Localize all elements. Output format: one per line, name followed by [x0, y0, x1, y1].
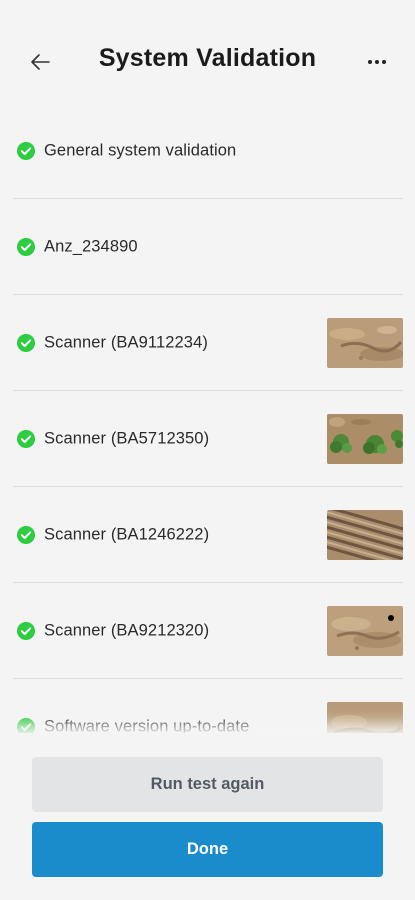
check-circle-icon — [17, 717, 35, 733]
more-dot — [375, 60, 379, 64]
list-item[interactable]: Anz_234890 — [13, 199, 403, 295]
check-circle-icon — [17, 333, 35, 352]
item-label: Scanner (BA9212320) — [44, 621, 210, 639]
check-circle-icon — [17, 237, 35, 256]
item-label: Scanner (BA5712350) — [44, 429, 210, 447]
scan-thumbnail[interactable] — [327, 509, 403, 560]
list-item[interactable]: Scanner (BA9112234) — [13, 295, 403, 391]
list-item[interactable]: Scanner (BA5712350) — [13, 391, 403, 487]
run-test-again-button[interactable]: Run test again — [32, 757, 383, 812]
list-item[interactable]: General system validation — [13, 103, 403, 199]
check-circle-icon — [17, 429, 35, 448]
header: System Validation — [0, 0, 415, 120]
scan-thumbnail[interactable] — [327, 605, 403, 656]
more-horizontal-icon — [368, 60, 372, 64]
action-bar: Run test again Done — [0, 734, 415, 900]
item-label: Anz_234890 — [44, 237, 138, 255]
item-label: Scanner (BA9112234) — [44, 333, 208, 351]
list-item[interactable]: Scanner (BA1246222) — [13, 487, 403, 583]
scan-thumbnail[interactable] — [327, 413, 403, 464]
item-label: General system validation — [44, 141, 237, 159]
validation-list[interactable]: General system validation Anz_234890 Sca… — [13, 103, 403, 733]
scan-thumbnail[interactable] — [327, 317, 403, 368]
more-options-button[interactable] — [361, 46, 393, 78]
done-button[interactable]: Done — [32, 822, 383, 877]
scan-thumbnail[interactable] — [327, 701, 403, 733]
list-item[interactable]: Software version up-to-date — [13, 679, 403, 733]
list-item[interactable]: Scanner (BA9212320) — [13, 583, 403, 679]
check-circle-icon — [17, 525, 35, 544]
item-label: Software version up-to-date — [44, 717, 250, 733]
page-title: System Validation — [98, 44, 317, 72]
check-circle-icon — [17, 141, 35, 160]
check-circle-icon — [17, 621, 35, 640]
more-dot — [382, 60, 386, 64]
item-label: Scanner (BA1246222) — [44, 525, 210, 543]
